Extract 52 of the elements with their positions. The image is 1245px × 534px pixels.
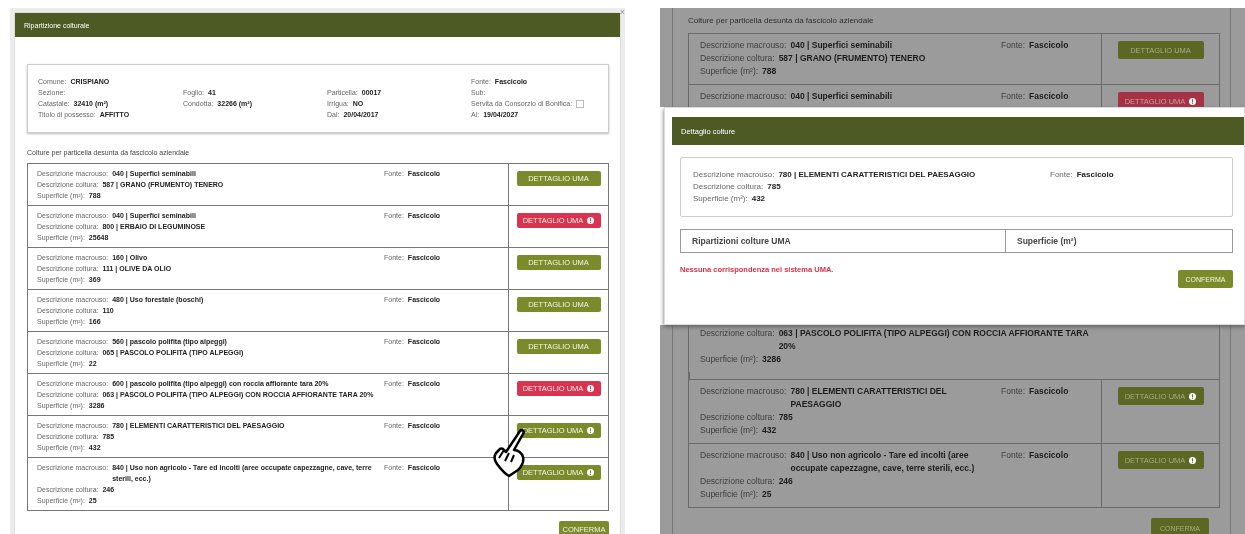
column-header: Superficie (m²) — [1005, 230, 1232, 252]
info-icon — [1189, 392, 1197, 400]
field-value: 063 | PASCOLO POLIFITA (TIPO ALPEGGI) CON ROCCIA AFFIORANTE TARA 20% — [778, 327, 1090, 353]
info-icon — [1189, 97, 1197, 105]
field-label: Descrizione macrouso: — [693, 169, 775, 181]
field-label: Descrizione coltura: — [693, 181, 764, 193]
section-title: Colture per particella desunta da fascicolo aziendale — [688, 16, 875, 25]
field-label: Descrizione coltura: — [700, 411, 775, 424]
field-label: Fonte: — [1050, 169, 1073, 181]
info-icon — [1189, 456, 1197, 464]
checkbox[interactable] — [576, 99, 585, 108]
field-label: Descrizione macrouso: — [700, 90, 787, 103]
field-label: Fonte: — [1001, 385, 1026, 398]
field-value: Fascicolo — [1076, 169, 1114, 181]
field-label: Fonte: — [1001, 90, 1026, 103]
close-button[interactable]: × — [619, 8, 625, 17]
field-value: Fascicolo — [1029, 449, 1069, 462]
field-label: Superficie (m²): — [700, 65, 759, 78]
field-value: 040 | Superfici seminabili — [790, 39, 893, 52]
field-value: Fascicolo — [1029, 39, 1069, 52]
field-value: Fascicolo — [1029, 385, 1069, 398]
field-label: Descrizione coltura: — [700, 327, 775, 340]
field-label: Descrizione macrouso: — [700, 449, 787, 462]
field-value: 432 — [762, 424, 777, 437]
field-value: 587 | GRANO (FRUMENTO) TENERO — [778, 52, 926, 65]
field-value: 432 — [751, 193, 766, 205]
field-label: Fonte: — [1001, 449, 1026, 462]
field-label: Descrizione macrouso: — [700, 385, 787, 398]
info-icon — [587, 427, 595, 434]
field-value: 3286 — [762, 353, 781, 366]
field-label: Descrizione coltura: — [700, 52, 775, 65]
field-label: Superficie (m²): — [693, 193, 748, 205]
field-value: 780 | ELEMENTI CARATTERISTICI DEL PAESAGGIO — [778, 169, 976, 181]
field-value: Fascicolo — [1029, 90, 1069, 103]
field-label: Descrizione coltura: — [700, 475, 775, 488]
field-value: 040 | Superfici seminabili — [790, 90, 893, 103]
field-value: 788 — [762, 65, 777, 78]
field-value: 780 | ELEMENTI CARATTERISTICI DEL PAESAGGIO — [790, 385, 948, 411]
field-value: 785 — [767, 181, 781, 193]
field-label: Fonte: — [1001, 39, 1026, 52]
field-value: 840 | Uso non agricolo - Tare ed incolti (aree occupate capezzagne, cave, terre sterili, ecc.) — [790, 449, 976, 475]
field-value: 246 — [778, 475, 793, 488]
info-icon — [587, 217, 595, 224]
field-label: Descrizione macrouso: — [700, 39, 787, 52]
column-header: Ripartizioni colture UMA — [691, 235, 792, 248]
field-label: Superficie (m²): — [700, 353, 759, 366]
field-label: Superficie (m²): — [700, 488, 759, 501]
info-icon — [587, 385, 595, 392]
field-value: 785 — [778, 411, 793, 424]
info-icon — [587, 469, 595, 476]
field-value: 25 — [762, 488, 772, 501]
field-label: Superficie (m²): — [700, 424, 759, 437]
